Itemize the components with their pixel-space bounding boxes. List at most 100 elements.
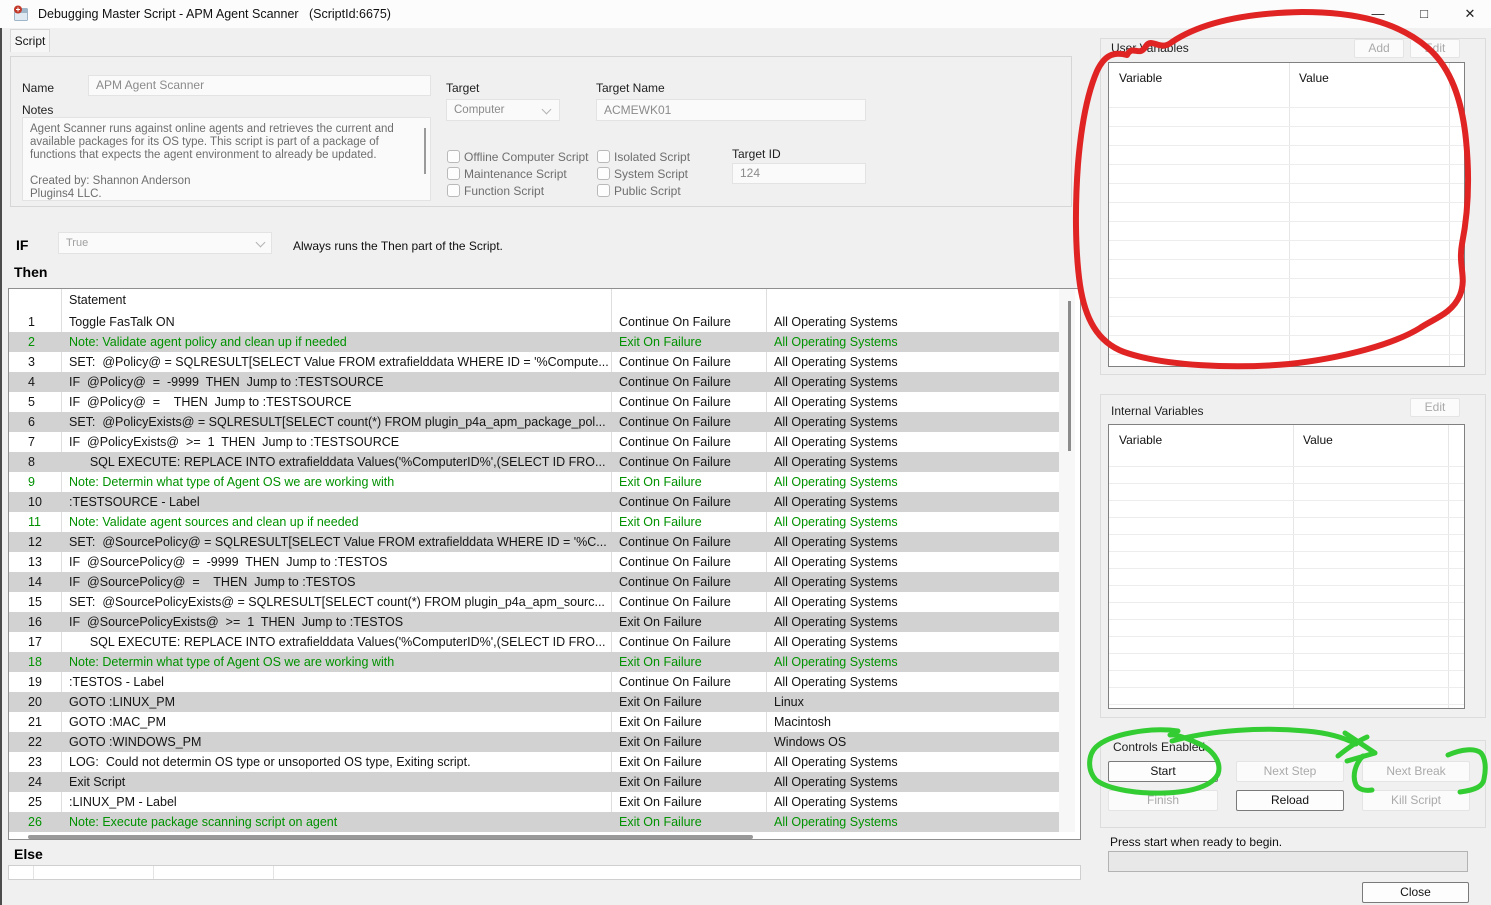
table-row[interactable]: 1Toggle FasTalk ONContinue On FailureAll… [9, 312, 1059, 332]
table-row[interactable]: 21GOTO :MAC_PMExit On FailureMacintosh [9, 712, 1059, 732]
row-statement: :TESTSOURCE - Label [61, 492, 609, 512]
tab-script[interactable]: Script [10, 29, 50, 52]
public-script-checkbox[interactable] [597, 184, 610, 197]
variable-column-header: Variable [1119, 433, 1162, 447]
maximize-button[interactable]: □ [1402, 0, 1446, 28]
row-statement: Exit Script [61, 772, 609, 792]
next-step-button[interactable]: Next Step [1236, 761, 1344, 782]
table-row[interactable]: 15SET: @SourcePolicyExists@ = SQLRESULT[… [9, 592, 1059, 612]
if-condition-dropdown[interactable]: True [58, 232, 272, 254]
add-user-variable-button[interactable]: Add [1354, 39, 1404, 58]
finish-button[interactable]: Finish [1108, 790, 1218, 811]
table-row[interactable]: 4IF @Policy@ = -9999 THEN Jump to :TESTS… [9, 372, 1059, 392]
row-on-failure: Continue On Failure [611, 392, 764, 412]
progress-bar [1108, 851, 1468, 872]
table-row[interactable]: 2Note: Validate agent policy and clean u… [9, 332, 1059, 352]
row-on-failure: Exit On Failure [611, 792, 764, 812]
table-row[interactable]: 10:TESTSOURCE - LabelContinue On Failure… [9, 492, 1059, 512]
offline-computer-script-label: Offline Computer Script [464, 150, 589, 164]
table-row[interactable]: 22GOTO :WINDOWS_PMExit On FailureWindows… [9, 732, 1059, 752]
row-number: 21 [9, 712, 61, 732]
target-name-field[interactable]: ACMEWK01 [596, 99, 866, 121]
column-divider [153, 866, 154, 879]
row-statement: SQL EXECUTE: REPLACE INTO extrafielddata… [61, 452, 609, 472]
internal-variables-list[interactable]: Variable Value [1108, 424, 1465, 709]
function-script-checkbox[interactable] [447, 184, 460, 197]
table-row[interactable]: 7IF @PolicyExists@ >= 1 THEN Jump to :TE… [9, 432, 1059, 452]
table-row[interactable]: 3SET: @Policy@ = SQLRESULT[SELECT Value … [9, 352, 1059, 372]
row-os: All Operating Systems [766, 572, 1059, 592]
next-break-button[interactable]: Next Break [1362, 761, 1470, 782]
name-label: Name [22, 81, 54, 95]
table-row[interactable]: 13IF @SourcePolicy@ = -9999 THEN Jump to… [9, 552, 1059, 572]
row-on-failure: Continue On Failure [611, 592, 764, 612]
status-message: Press start when ready to begin. [1110, 835, 1282, 849]
user-variables-list[interactable]: Variable Value [1108, 62, 1465, 367]
notes-field[interactable]: Agent Scanner runs against online agents… [22, 117, 431, 201]
notes-scrollbar[interactable] [424, 128, 426, 174]
table-row[interactable]: 8 SQL EXECUTE: REPLACE INTO extrafieldda… [9, 452, 1059, 472]
window-title: Debugging Master Script - APM Agent Scan… [38, 0, 391, 28]
kill-script-button[interactable]: Kill Script [1362, 790, 1470, 811]
table-row[interactable]: 5IF @Policy@ = THEN Jump to :TESTSOURCEC… [9, 392, 1059, 412]
row-os: All Operating Systems [766, 312, 1059, 332]
row-statement: Note: Validate agent sources and clean u… [61, 512, 609, 532]
target-name-label: Target Name [596, 81, 665, 95]
reload-button[interactable]: Reload [1236, 790, 1344, 811]
value-column-header: Value [1303, 433, 1333, 447]
row-number: 3 [9, 352, 61, 372]
table-row[interactable]: 12SET: @SourcePolicy@ = SQLRESULT[SELECT… [9, 532, 1059, 552]
table-row[interactable]: 23LOG: Could not determin OS type or uns… [9, 752, 1059, 772]
row-number: 5 [9, 392, 61, 412]
row-number: 4 [9, 372, 61, 392]
row-number: 11 [9, 512, 61, 532]
name-field[interactable]: APM Agent Scanner [88, 75, 431, 96]
row-on-failure: Continue On Failure [611, 432, 764, 452]
table-row[interactable]: 19:TESTOS - LabelContinue On FailureAll … [9, 672, 1059, 692]
row-os: All Operating Systems [766, 592, 1059, 612]
row-number: 12 [9, 532, 61, 552]
row-on-failure: Continue On Failure [611, 492, 764, 512]
table-row[interactable]: 20GOTO :LINUX_PMExit On FailureLinux [9, 692, 1059, 712]
close-window-button[interactable]: ✕ [1448, 0, 1491, 28]
close-button[interactable]: Close [1362, 882, 1469, 903]
table-row[interactable]: 26Note: Execute package scanning script … [9, 812, 1059, 832]
table-row[interactable]: 18Note: Determin what type of Agent OS w… [9, 652, 1059, 672]
minimize-button[interactable]: — [1356, 0, 1400, 28]
then-label: Then [14, 264, 47, 280]
row-on-failure: Exit On Failure [611, 512, 764, 532]
maintenance-script-checkbox[interactable] [447, 167, 460, 180]
row-os: All Operating Systems [766, 452, 1059, 472]
row-os: All Operating Systems [766, 652, 1059, 672]
title-bar: Debugging Master Script - APM Agent Scan… [0, 0, 1491, 28]
start-button[interactable]: Start [1108, 761, 1218, 782]
table-row[interactable]: 25:LINUX_PM - LabelExit On FailureAll Op… [9, 792, 1059, 812]
table-row[interactable]: 17 SQL EXECUTE: REPLACE INTO extrafieldd… [9, 632, 1059, 652]
isolated-script-checkbox[interactable] [597, 150, 610, 163]
system-script-checkbox[interactable] [597, 167, 610, 180]
row-os: All Operating Systems [766, 792, 1059, 812]
row-on-failure: Continue On Failure [611, 672, 764, 692]
table-row[interactable]: 16IF @SourcePolicyExists@ >= 1 THEN Jump… [9, 612, 1059, 632]
target-dropdown[interactable]: Computer [446, 99, 560, 121]
table-row[interactable]: 11Note: Validate agent sources and clean… [9, 512, 1059, 532]
controls-group-label: Controls Enabled [1110, 740, 1208, 754]
else-statements-table [8, 865, 1081, 880]
offline-computer-script-checkbox[interactable] [447, 150, 460, 163]
row-on-failure: Exit On Failure [611, 652, 764, 672]
row-os: Windows OS [766, 732, 1059, 752]
edit-user-variable-button[interactable]: Edit [1410, 39, 1460, 58]
table-row[interactable]: 24Exit ScriptExit On FailureAll Operatin… [9, 772, 1059, 792]
table-row[interactable]: 14IF @SourcePolicy@ = THEN Jump to :TEST… [9, 572, 1059, 592]
edit-internal-variable-button[interactable]: Edit [1410, 398, 1460, 417]
row-statement: IF @PolicyExists@ >= 1 THEN Jump to :TES… [61, 432, 609, 452]
vertical-scrollbar-thumb[interactable] [1068, 301, 1071, 451]
table-row[interactable]: 6SET: @PolicyExists@ = SQLRESULT[SELECT … [9, 412, 1059, 432]
row-os: All Operating Systems [766, 812, 1059, 832]
row-number: 7 [9, 432, 61, 452]
row-number: 14 [9, 572, 61, 592]
table-row[interactable]: 9Note: Determin what type of Agent OS we… [9, 472, 1059, 492]
vertical-scrollbar-track[interactable] [1059, 289, 1075, 832]
horizontal-scrollbar-thumb[interactable] [28, 835, 753, 839]
row-number: 25 [9, 792, 61, 812]
